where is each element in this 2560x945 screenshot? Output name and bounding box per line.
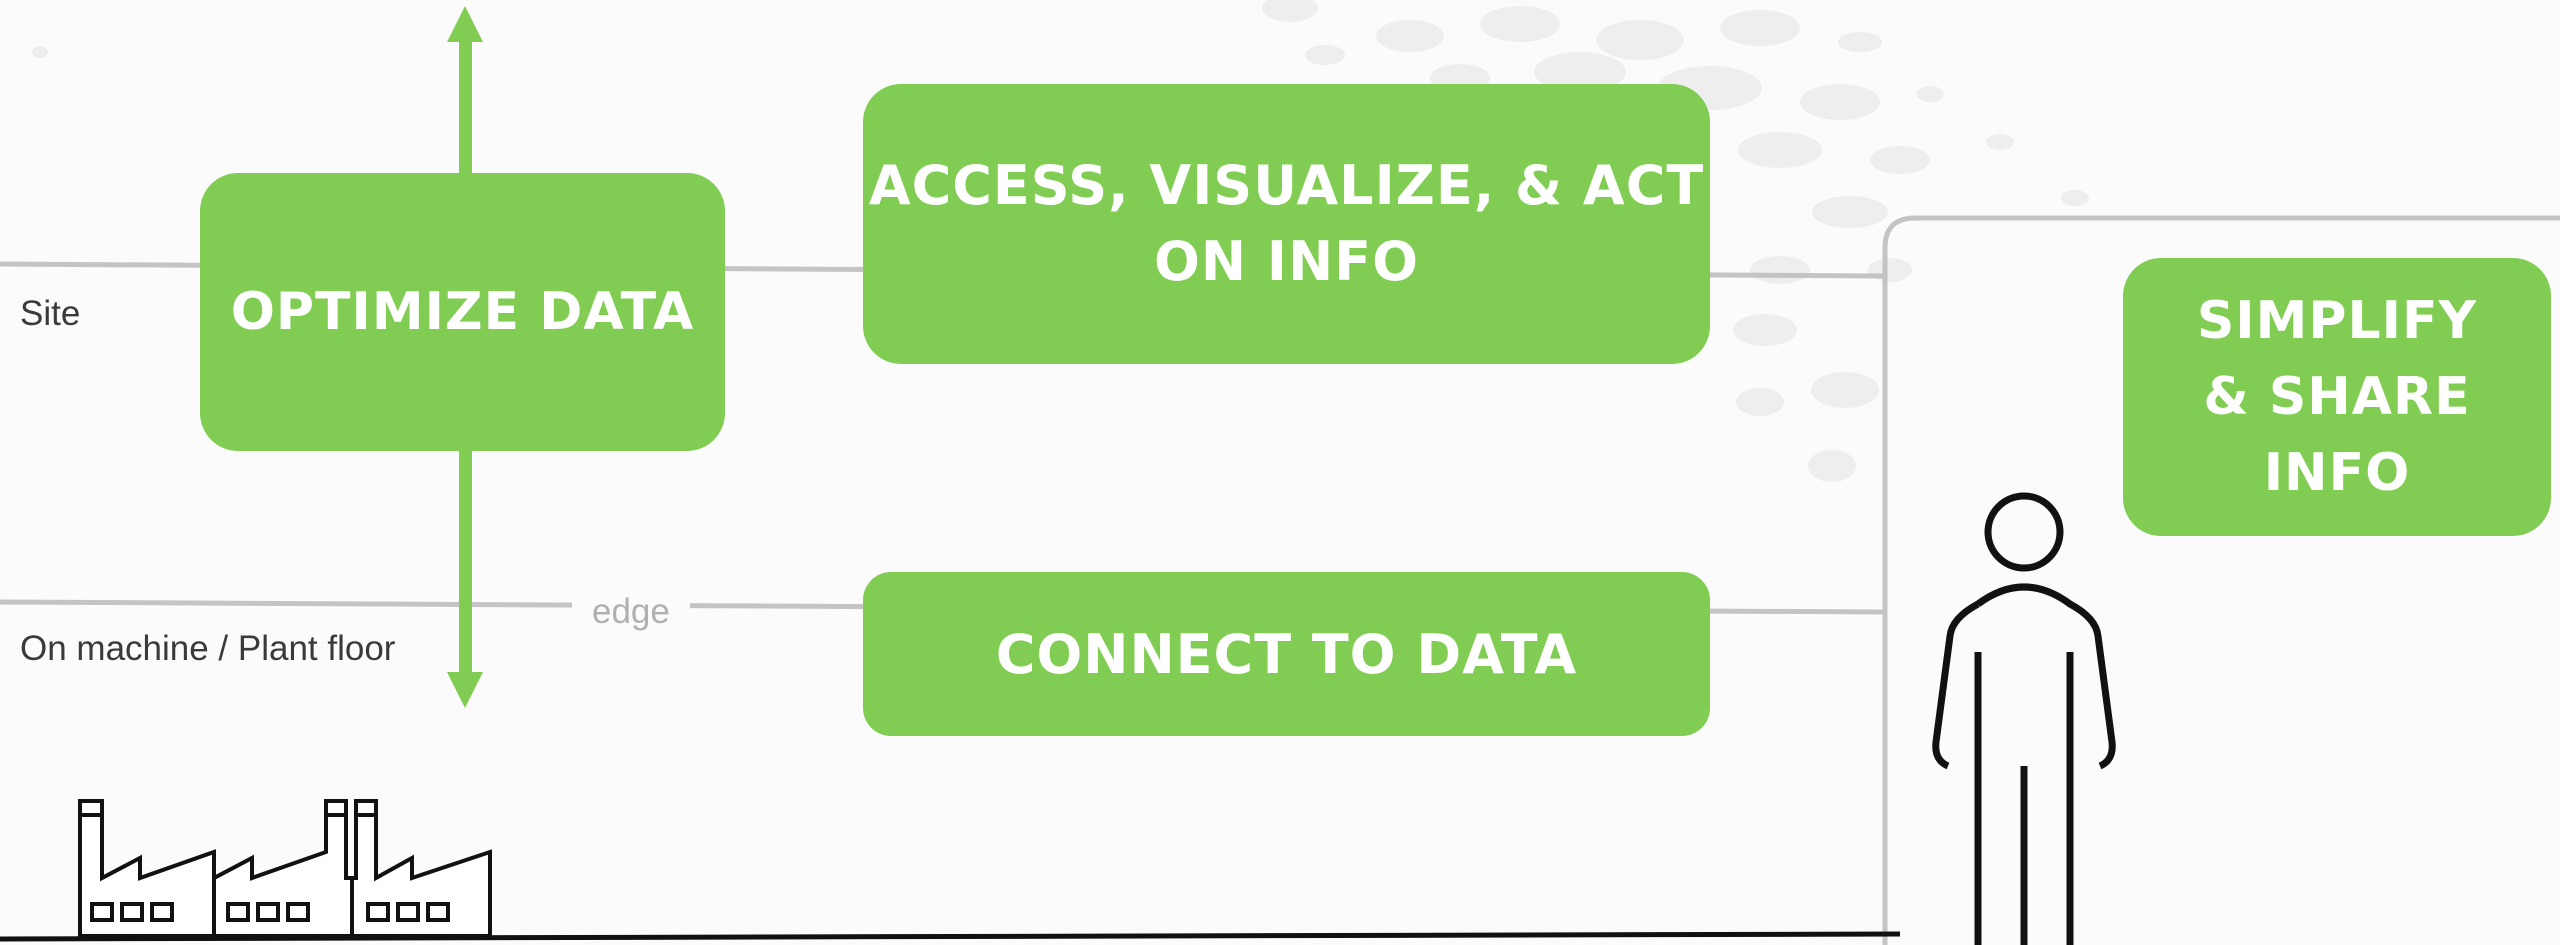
connect-to-data-label: CONNECT TO DATA	[995, 622, 1578, 686]
simplify-line1: SIMPLIFY	[2196, 291, 2478, 351]
edge-label: edge	[572, 588, 690, 635]
simplify-share-info-box: SIMPLIFY & SHARE INFO	[2123, 258, 2551, 536]
access-visualize-act-box: ACCESS, VISUALIZE, & ACT ON INFO	[863, 84, 1710, 364]
optimize-data-box: OPTIMIZE DATA	[200, 173, 725, 451]
simplify-line2: & SHARE	[2203, 367, 2471, 427]
access-visualize-act-line2: ON INFO	[1154, 230, 1419, 293]
factory-icon	[78, 799, 492, 938]
access-visualize-act-line1: ACCESS, VISUALIZE, & ACT	[868, 154, 1705, 217]
plant-floor-label: On machine / Plant floor	[20, 629, 396, 668]
connect-to-data-box: CONNECT TO DATA	[863, 572, 1710, 736]
optimize-data-label: OPTIMIZE DATA	[230, 282, 695, 342]
person-icon	[1932, 492, 2116, 945]
site-label: Site	[20, 294, 81, 333]
simplify-line3: INFO	[2263, 443, 2411, 503]
